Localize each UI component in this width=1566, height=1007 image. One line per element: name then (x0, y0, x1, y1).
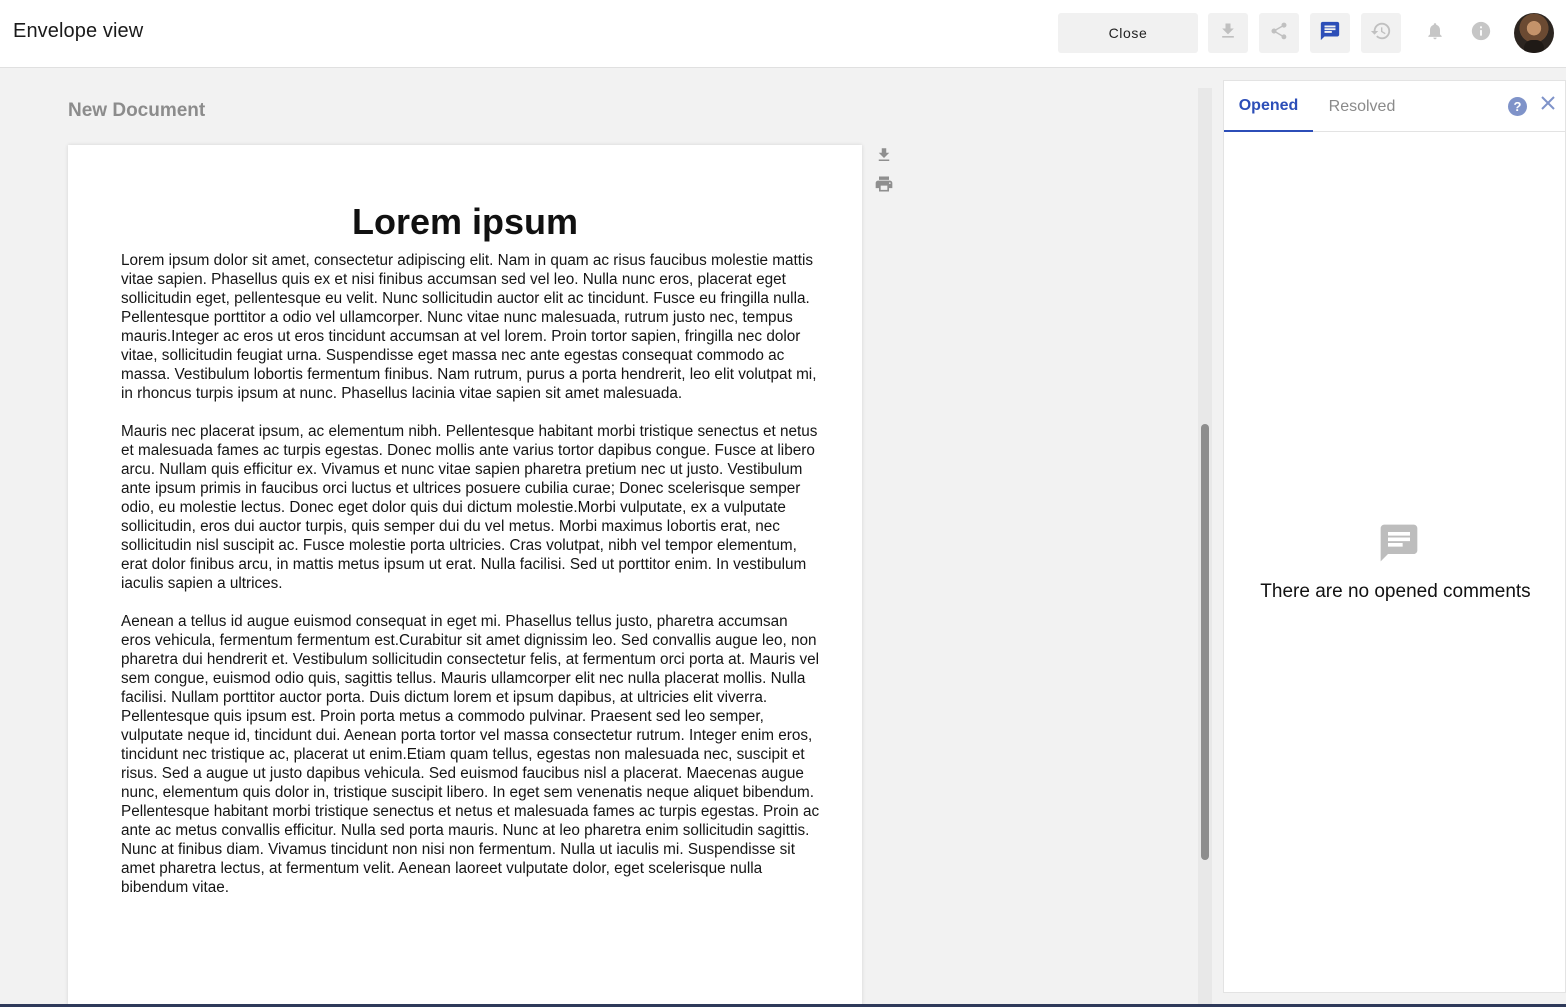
tab-opened[interactable]: Opened (1224, 81, 1313, 132)
document-print-button[interactable] (873, 175, 895, 197)
empty-comments-message: There are no opened comments (1260, 581, 1531, 602)
document-paragraph: Lorem ipsum dolor sit amet, consectetur … (121, 252, 817, 402)
document-download-button[interactable] (873, 146, 895, 168)
comments-tabs: Opened Resolved ? (1224, 81, 1566, 132)
comments-button[interactable] (1310, 13, 1350, 53)
document-heading: Lorem ipsum (351, 201, 579, 242)
notifications-button[interactable] (1422, 20, 1448, 46)
document-page: Lorem ipsum Lorem ipsum dolor sit amet, … (68, 145, 862, 1007)
document-name: New Document (68, 100, 206, 121)
page-title: Envelope view (13, 20, 144, 42)
download-icon (875, 146, 893, 169)
document-paragraph: Aenean a tellus id augue euismod consequ… (121, 613, 820, 896)
info-button[interactable] (1468, 20, 1494, 46)
print-icon (874, 174, 894, 199)
top-bar: Envelope view Close (0, 0, 1566, 68)
close-icon (1541, 95, 1555, 115)
tab-resolved[interactable]: Resolved (1320, 81, 1404, 132)
history-button[interactable] (1361, 13, 1401, 53)
bell-icon (1425, 21, 1445, 46)
comment-icon (1319, 20, 1341, 47)
download-icon (1218, 21, 1238, 46)
scrollbar-thumb[interactable] (1201, 424, 1209, 860)
document-body: Lorem ipsum dolor sit amet, consectetur … (121, 251, 821, 916)
help-icon[interactable]: ? (1508, 97, 1527, 116)
info-icon (1470, 20, 1492, 47)
share-icon (1269, 21, 1289, 46)
comments-panel: Opened Resolved ? There are no opened co… (1223, 80, 1566, 993)
share-button[interactable] (1259, 13, 1299, 53)
comment-icon (1377, 521, 1421, 565)
avatar[interactable] (1514, 13, 1554, 53)
history-icon (1370, 20, 1392, 47)
close-panel-button[interactable] (1538, 95, 1558, 115)
download-button[interactable] (1208, 13, 1248, 53)
close-button[interactable]: Close (1058, 13, 1198, 53)
document-paragraph: Mauris nec placerat ipsum, ac elementum … (121, 423, 818, 592)
